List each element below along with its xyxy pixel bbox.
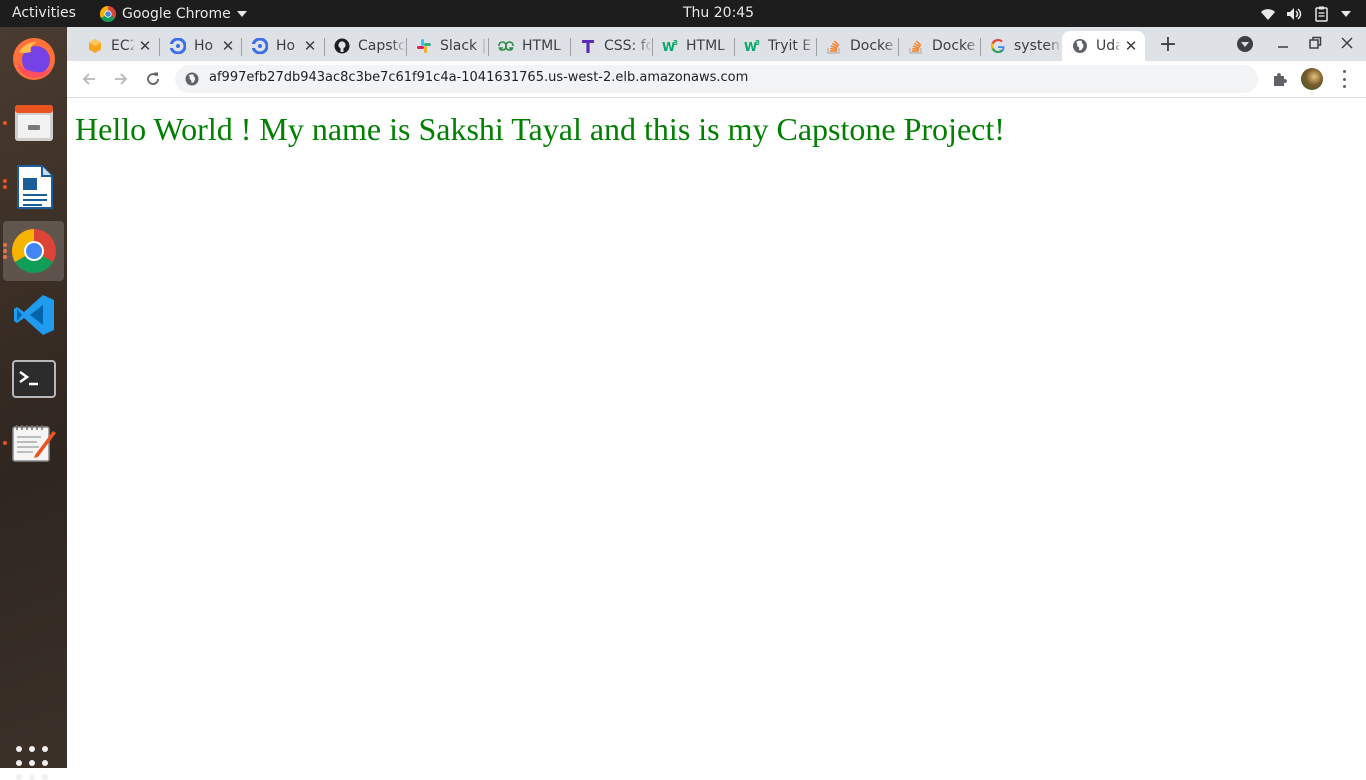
extensions-puzzle-icon[interactable] xyxy=(1271,70,1289,88)
firefox-icon xyxy=(12,38,55,80)
reload-button[interactable] xyxy=(143,69,163,89)
tab[interactable]: systen xyxy=(980,31,1062,61)
tab-title: HTML xyxy=(522,38,561,54)
geeksforgeeks-icon xyxy=(498,38,514,54)
app-menu-label: Google Chrome xyxy=(122,6,231,22)
tab-title: Docke xyxy=(850,38,894,54)
close-icon[interactable]: ✕ xyxy=(302,38,318,54)
svg-text:3: 3 xyxy=(755,39,760,47)
close-window-icon[interactable] xyxy=(1337,33,1357,53)
chrome-icon xyxy=(100,6,116,22)
clipboard-icon xyxy=(1315,6,1328,22)
close-icon[interactable]: ✕ xyxy=(137,38,153,54)
files-icon xyxy=(14,105,53,141)
tab-title: systen xyxy=(1014,38,1060,54)
wifi-icon xyxy=(1261,9,1275,20)
dock-item-google-chrome[interactable] xyxy=(3,221,64,281)
address-bar[interactable]: af997efb27db943ac8c3be7c61f91c4a-1041631… xyxy=(175,65,1258,93)
web-page-content: Hello World ! My name is Sakshi Tayal an… xyxy=(67,99,1366,768)
tab[interactable]: Ho ✕ xyxy=(242,31,324,61)
tab[interactable]: Docke xyxy=(898,31,980,61)
tab-title: Ho xyxy=(194,38,214,54)
more-vert-icon[interactable] xyxy=(1338,70,1350,88)
circleci-icon xyxy=(170,38,186,54)
chevron-down-icon xyxy=(236,11,247,17)
tab-title: Slack | xyxy=(440,38,487,54)
close-icon[interactable]: ✕ xyxy=(1123,38,1139,54)
tab-title: Docke xyxy=(932,38,976,54)
tab[interactable]: HTML xyxy=(488,31,570,61)
tab-strip: EC2 ✕ Ho ✕ Ho ✕ Capstc Slack | HTML CSS:… xyxy=(67,27,1366,61)
arrow-left-icon xyxy=(82,73,95,85)
url-text[interactable]: af997efb27db943ac8c3be7c61f91c4a-1041631… xyxy=(209,70,748,85)
tab[interactable]: Ho ✕ xyxy=(160,31,242,61)
vscode-icon xyxy=(13,295,54,335)
clock[interactable]: Thu 20:45 xyxy=(683,5,754,21)
system-tray[interactable] xyxy=(1260,4,1352,24)
activities-button[interactable]: Activities xyxy=(12,5,76,21)
new-tab-button[interactable]: + xyxy=(1157,34,1179,57)
close-icon[interactable]: ✕ xyxy=(220,38,236,54)
dock-item-libreoffice-writer[interactable] xyxy=(3,157,64,217)
tab-active[interactable]: Uda ✕ xyxy=(1062,31,1145,61)
dock-item-terminal[interactable] xyxy=(3,349,64,409)
tab[interactable]: W3 HTML xyxy=(652,31,734,61)
tab-search-icon[interactable] xyxy=(1237,36,1253,52)
tab-title: Ho xyxy=(276,38,296,54)
app-menu-button[interactable]: Google Chrome xyxy=(100,4,247,24)
reload-icon xyxy=(147,72,159,85)
aws-icon xyxy=(87,38,103,54)
tab-title: Tryit E xyxy=(768,38,812,54)
browser-toolbar: af997efb27db943ac8c3be7c61f91c4a-1041631… xyxy=(67,61,1366,98)
dock-item-vscode[interactable] xyxy=(3,285,64,345)
tab[interactable]: W3 Tryit E xyxy=(734,31,816,61)
google-icon xyxy=(990,38,1006,54)
tab[interactable]: EC2 ✕ xyxy=(77,31,159,61)
dock-item-text-editor[interactable] xyxy=(3,413,64,473)
restore-icon[interactable] xyxy=(1305,33,1325,53)
globe-icon xyxy=(1072,38,1088,54)
stackoverflow-icon xyxy=(908,38,924,54)
system-menu-caret-icon xyxy=(1341,11,1351,17)
ubuntu-dock xyxy=(0,27,67,780)
tab-title: Capstc xyxy=(358,38,406,54)
tab-title: CSS: fc xyxy=(604,38,652,54)
tab-title: Uda xyxy=(1096,38,1121,54)
site-info-icon[interactable] xyxy=(185,72,199,86)
stackoverflow-icon xyxy=(826,38,842,54)
back-button[interactable] xyxy=(79,69,99,89)
volume-icon xyxy=(1287,8,1302,20)
dock-item-files[interactable] xyxy=(3,93,64,153)
t-icon xyxy=(580,38,596,54)
arrow-right-icon xyxy=(115,73,128,85)
tab[interactable]: Docke xyxy=(816,31,898,61)
w3schools-icon: W3 xyxy=(744,38,760,54)
terminal-icon xyxy=(11,360,56,398)
circleci-icon xyxy=(252,38,268,54)
tab[interactable]: Slack | xyxy=(406,31,488,61)
chrome-icon xyxy=(11,229,56,273)
w3schools-icon: W3 xyxy=(662,38,678,54)
writer-icon xyxy=(16,165,53,209)
slack-icon xyxy=(416,38,432,54)
forward-button[interactable] xyxy=(111,69,131,89)
tab-title: HTML xyxy=(686,38,725,54)
gnome-top-bar: Activities Google Chrome Thu 20:45 xyxy=(0,0,1366,27)
profile-avatar[interactable] xyxy=(1301,68,1323,90)
app-grid-icon[interactable] xyxy=(15,746,49,780)
text-editor-icon xyxy=(11,425,56,462)
tab[interactable]: Capstc xyxy=(324,31,406,61)
tab-title: EC2 xyxy=(111,38,135,54)
tab[interactable]: CSS: fc xyxy=(570,31,652,61)
dock-item-firefox[interactable] xyxy=(3,29,64,89)
github-icon xyxy=(334,38,350,54)
page-greeting-text: Hello World ! My name is Sakshi Tayal an… xyxy=(75,111,1005,147)
minimize-icon[interactable] xyxy=(1273,33,1293,53)
svg-text:3: 3 xyxy=(673,39,678,47)
